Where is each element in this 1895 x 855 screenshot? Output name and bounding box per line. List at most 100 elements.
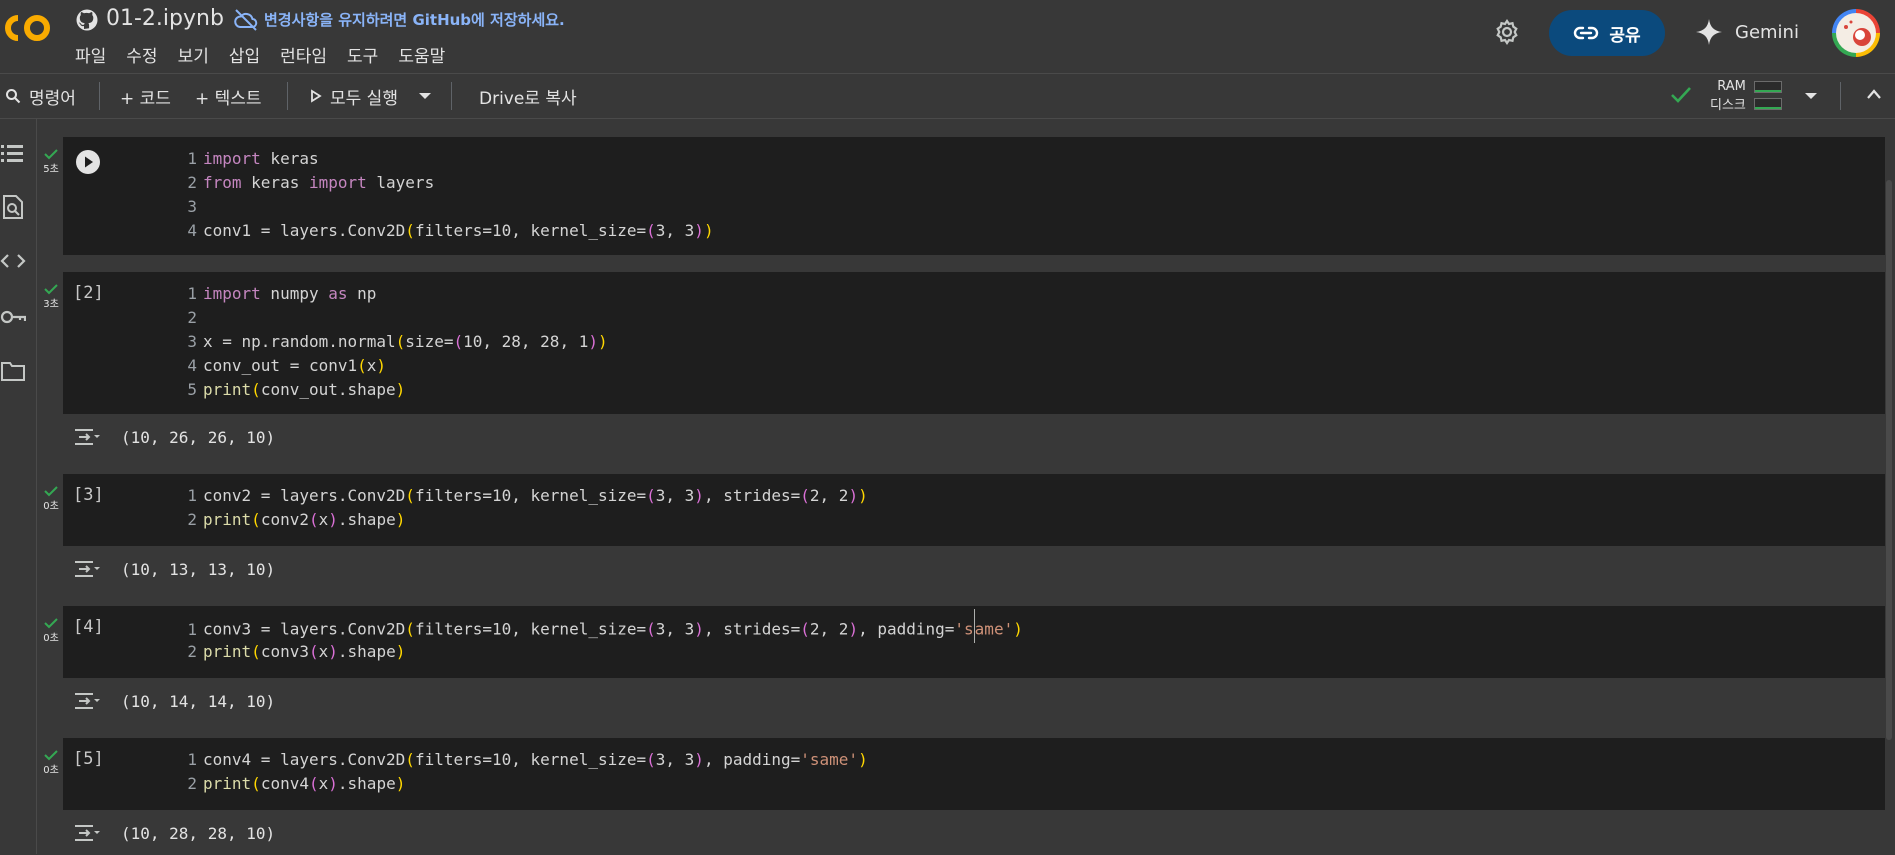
copy-drive-label: Drive로 복사 — [479, 88, 577, 109]
gear-icon[interactable] — [1493, 18, 1521, 46]
notebook-toolbar: 명령어 + 코드 + 텍스트 모두 실행 Drive로 복사 — [0, 73, 1895, 119]
code-line[interactable]: 1 import keras — [63, 148, 318, 170]
code-line[interactable]: 2 print(conv2(x).shape) — [63, 509, 405, 531]
disk-row: 디스크 — [1710, 95, 1782, 113]
cloud-off-icon[interactable] — [233, 8, 259, 32]
menu-view[interactable]: 보기 — [168, 42, 219, 67]
code-line[interactable]: 4 conv_out = conv1(x) — [63, 355, 386, 377]
cell-status: 3초 — [40, 283, 62, 310]
code-line[interactable]: 3 — [63, 196, 203, 218]
copy-to-drive-button[interactable]: Drive로 복사 — [479, 74, 577, 118]
avatar-image — [1836, 13, 1876, 53]
code-line[interactable]: 2 print(conv4(x).shape) — [63, 773, 405, 795]
menu-insert[interactable]: 삽입 — [219, 42, 270, 67]
run-all-label: 모두 실행 — [330, 88, 398, 109]
output-text: (10, 28, 28, 10) — [121, 823, 276, 843]
execution-time: 0초 — [43, 765, 59, 776]
output-text: (10, 14, 14, 10) — [121, 691, 276, 711]
execution-time: 3초 — [43, 299, 59, 310]
toolbar-divider — [99, 82, 100, 110]
execution-time: 0초 — [43, 633, 59, 644]
output-toggle-icon[interactable] — [73, 821, 101, 845]
add-text-button[interactable]: + 텍스트 — [195, 74, 262, 118]
menu-help[interactable]: 도움말 — [388, 42, 455, 67]
menu-tools[interactable]: 도구 — [337, 42, 388, 67]
left-rail — [0, 118, 37, 854]
code-line[interactable]: 1 import numpy as np — [63, 283, 376, 305]
command-palette-button[interactable]: 명령어 — [5, 74, 76, 118]
code-line[interactable]: 2 from keras import layers — [63, 172, 434, 194]
code-cell[interactable]: [5] 1 conv4 = layers.Conv2D(filters=10, k… — [63, 738, 1885, 810]
cell-status: 5초 — [40, 148, 62, 175]
ram-bar — [1753, 80, 1782, 93]
code-line[interactable]: 1 conv2 = layers.Conv2D(filters=10, kerne… — [63, 485, 867, 507]
add-code-button[interactable]: + 코드 — [120, 74, 171, 118]
menu-bar: 파일 수정 보기 삽입 런타임 도구 도움말 — [75, 42, 455, 67]
resource-monitor[interactable]: RAM 디스크 — [1710, 78, 1782, 113]
github-icon[interactable] — [75, 8, 99, 32]
code-line[interactable]: 2 print(conv3(x).shape) — [63, 641, 405, 663]
notebook-title[interactable]: 01-2.ipynb — [106, 6, 224, 31]
line-number: 3 — [187, 332, 197, 351]
chevron-down-icon[interactable] — [418, 90, 432, 102]
code-cell[interactable]: [4] 1 conv3 = layers.Conv2D(filters=10, k… — [63, 606, 1885, 678]
notebook-content: 5초 1 import keras 2 from keras import laye… — [37, 118, 1895, 854]
code-line[interactable]: 1 conv4 = layers.Conv2D(filters=10, kerne… — [63, 749, 867, 771]
chevron-down-icon[interactable] — [1804, 91, 1818, 101]
line-number: 1 — [187, 149, 197, 168]
scrollbar[interactable] — [1886, 180, 1892, 740]
code-line[interactable]: 1 conv3 = layers.Conv2D(filters=10, kerne… — [63, 609, 1023, 643]
check-icon — [44, 486, 58, 497]
colab-logo[interactable] — [4, 10, 54, 46]
cell-status: 0초 — [40, 485, 62, 512]
line-number: 1 — [187, 284, 197, 303]
check-icon — [44, 284, 58, 295]
toolbar-divider — [287, 82, 288, 110]
output-text: (10, 13, 13, 10) — [121, 559, 276, 579]
search-icon — [6, 89, 21, 104]
link-icon — [1574, 26, 1599, 40]
app-header: 01-2.ipynb 변경사항을 유지하려면 GitHub에 저장하세요. 파일… — [0, 0, 1895, 72]
cell-output: (10, 14, 14, 10) — [63, 679, 275, 723]
check-icon — [44, 618, 58, 629]
execution-time: 5초 — [43, 164, 59, 175]
save-to-github-message[interactable]: 변경사항을 유지하려면 GitHub에 저장하세요. — [264, 9, 565, 30]
execution-time: 0초 — [43, 501, 59, 512]
code-line[interactable]: 2 — [63, 307, 203, 329]
toolbar-divider — [451, 82, 452, 110]
line-number: 1 — [187, 486, 197, 505]
play-icon — [311, 89, 322, 103]
line-number: 3 — [187, 197, 197, 216]
line-number: 5 — [187, 380, 197, 399]
code-icon[interactable] — [0, 248, 26, 274]
share-button[interactable]: 공유 — [1549, 10, 1665, 56]
code-cell[interactable]: [3] 1 conv2 = layers.Conv2D(filters=10, k… — [63, 474, 1885, 546]
menu-edit[interactable]: 수정 — [116, 42, 167, 67]
folder-icon[interactable] — [0, 358, 26, 384]
menu-file[interactable]: 파일 — [75, 42, 116, 67]
toc-icon[interactable] — [0, 140, 26, 166]
line-number: 4 — [187, 221, 197, 240]
check-icon — [44, 750, 58, 761]
chevron-up-icon[interactable] — [1866, 88, 1882, 100]
output-toggle-icon[interactable] — [73, 425, 101, 449]
check-icon — [1671, 87, 1691, 103]
avatar[interactable] — [1832, 9, 1880, 57]
code-cell[interactable]: [2] 1 import numpy as np 2 3x = np.random… — [63, 272, 1885, 414]
key-icon[interactable] — [0, 304, 26, 330]
code-line[interactable]: 3x = np.random.normal(size=(10, 28, 28, … — [63, 331, 607, 353]
find-icon[interactable] — [0, 194, 26, 220]
cell-status: 0초 — [40, 617, 62, 644]
code-line[interactable]: 5 print(conv_out.shape) — [63, 379, 405, 401]
run-all-button[interactable]: 모두 실행 — [310, 74, 398, 118]
gemini-label: Gemini — [1735, 21, 1799, 43]
menu-runtime[interactable]: 런타임 — [270, 42, 337, 67]
code-cell[interactable]: 1 import keras 2 from keras import layers … — [63, 137, 1885, 255]
code-line[interactable]: 4 conv1 = layers.Conv2D(filters=10, kerne… — [63, 220, 713, 242]
cell-output: (10, 26, 26, 10) — [63, 415, 275, 459]
output-toggle-icon[interactable] — [73, 557, 101, 581]
output-toggle-icon[interactable] — [73, 689, 101, 713]
gemini-button[interactable]: Gemini — [1695, 18, 1799, 46]
disk-bar — [1753, 97, 1782, 110]
share-label: 공유 — [1609, 25, 1641, 46]
